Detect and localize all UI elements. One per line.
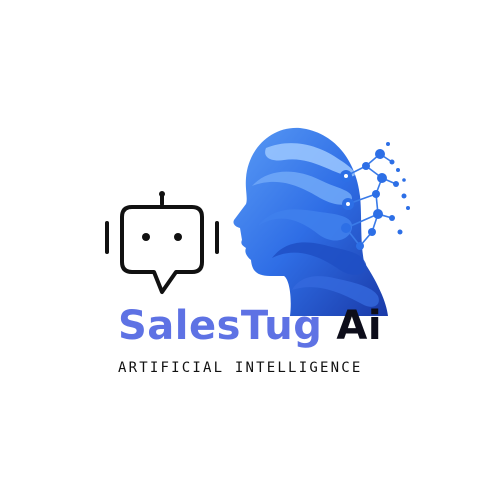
brand-name: SalesTug Ai — [0, 301, 500, 351]
tagline: ARTIFICIAL INTELLIGENCE — [118, 360, 363, 376]
brand-name-primary: SalesTug — [117, 303, 323, 349]
logo-canvas: SalesTug Ai ARTIFICIAL INTELLIGENCE — [0, 0, 500, 500]
ai-head-icon — [233, 127, 410, 316]
brand-name-suffix: Ai — [336, 303, 383, 349]
robot-chat-icon — [105, 191, 219, 294]
logo-graphic — [105, 127, 410, 316]
